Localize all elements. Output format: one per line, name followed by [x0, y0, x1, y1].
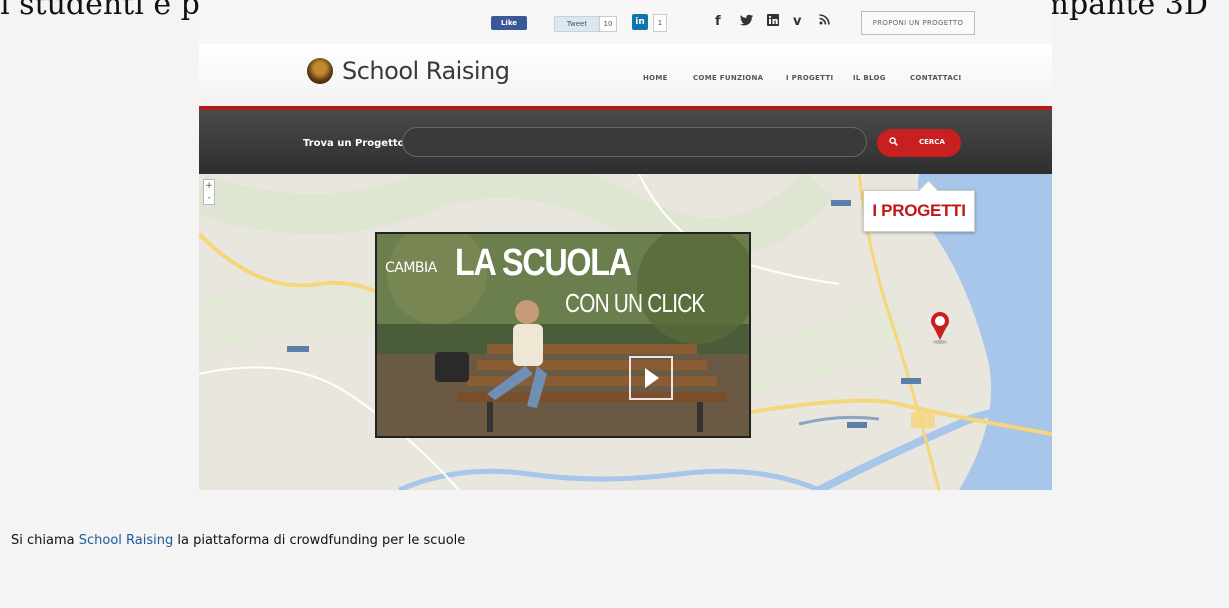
linkedin-share-button[interactable]: in: [632, 14, 648, 30]
image-caption: Si chiama School Raising la piattaforma …: [11, 533, 465, 548]
nav-item-i-progetti[interactable]: I PROGETTI: [786, 74, 833, 82]
search-button[interactable]: CERCA: [877, 129, 961, 157]
video-title-small: CAMBIA: [385, 260, 437, 276]
search-icon: [889, 137, 898, 149]
facebook-icon[interactable]: f: [715, 14, 721, 29]
zoom-controls[interactable]: + -: [203, 179, 215, 205]
twitter-icon[interactable]: [740, 14, 754, 30]
screenshot-image: Like Tweet 10 in 1 f v PROPONI UN PROGET…: [199, 0, 1052, 490]
promo-video[interactable]: CAMBIA LA SCUOLA CON UN CLICK: [375, 232, 751, 438]
search-input[interactable]: [402, 127, 867, 157]
search-label: Trova un Progetto: [303, 138, 405, 149]
logo-icon[interactable]: [307, 58, 333, 84]
nav-item-blog[interactable]: IL BLOG: [853, 74, 886, 82]
tweet-button[interactable]: Tweet: [554, 16, 600, 32]
site-logo[interactable]: School Raising: [342, 57, 510, 85]
school-raising-link[interactable]: School Raising: [79, 533, 174, 548]
vimeo-icon[interactable]: v: [793, 14, 801, 29]
search-button-label: CERCA: [919, 138, 945, 146]
nav-item-contattaci[interactable]: CONTATTACI: [910, 74, 961, 82]
caption-text-end: la piattaforma di crowdfunding per le sc…: [173, 533, 466, 548]
linkedin-count: 1: [653, 14, 667, 32]
nav-item-come-funziona[interactable]: COME FUNZIONA: [693, 74, 763, 82]
zoom-out-button[interactable]: -: [204, 192, 214, 204]
play-icon: [645, 368, 659, 388]
caption-text-start: Si chiama: [11, 533, 79, 548]
zoom-in-button[interactable]: +: [204, 180, 214, 192]
video-subtitle: CON UN CLICK: [565, 288, 705, 318]
projects-callout[interactable]: I PROGETTI: [863, 190, 975, 232]
nav-item-home[interactable]: HOME: [643, 74, 668, 82]
facebook-like-button[interactable]: Like: [491, 16, 527, 30]
linkedin-icon[interactable]: [767, 14, 779, 30]
social-bar: Like Tweet 10 in 1 f v PROPONI UN PROGET…: [199, 0, 1052, 45]
video-title-big: LA SCUOLA: [455, 242, 632, 284]
tweet-count: 10: [599, 16, 617, 32]
propose-project-button[interactable]: PROPONI UN PROGETTO: [861, 11, 975, 35]
rss-icon[interactable]: [819, 14, 830, 28]
